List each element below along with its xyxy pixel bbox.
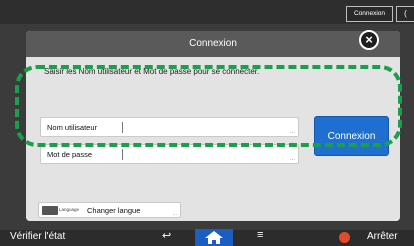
language-tag: Language	[59, 207, 80, 212]
more-indicator: ...	[289, 156, 295, 162]
field-separator	[122, 149, 123, 160]
menu-icon[interactable]: ≡	[257, 229, 263, 241]
bottom-bar: Vérifier l'état ↩ ≡ Arrêter	[0, 229, 414, 246]
change-language-button[interactable]: Language Changer langue ...	[38, 202, 181, 218]
top-extra-button[interactable]: (	[396, 6, 414, 22]
home-icon	[205, 231, 223, 244]
password-field[interactable]: Mot de passe ...	[40, 144, 299, 164]
language-icon	[42, 206, 58, 215]
dialog-title: Connexion	[26, 31, 400, 57]
highlight-outline	[15, 65, 402, 147]
back-icon[interactable]: ↩	[162, 229, 171, 242]
close-button[interactable]: ×	[359, 30, 379, 50]
stop-icon[interactable]	[339, 232, 350, 243]
check-status-button[interactable]: Vérifier l'état	[10, 231, 65, 242]
top-login-button[interactable]: Connexion	[346, 6, 393, 22]
change-language-label: Changer langue	[87, 206, 141, 215]
home-button[interactable]	[195, 229, 233, 246]
screen: Connexion ( Connexion Saisir les Nom uti…	[0, 0, 414, 246]
top-bar: Connexion (	[0, 0, 414, 24]
stop-button[interactable]: Arrêter	[367, 231, 398, 242]
password-label: Mot de passe	[47, 150, 93, 159]
more-indicator: ...	[172, 211, 177, 217]
